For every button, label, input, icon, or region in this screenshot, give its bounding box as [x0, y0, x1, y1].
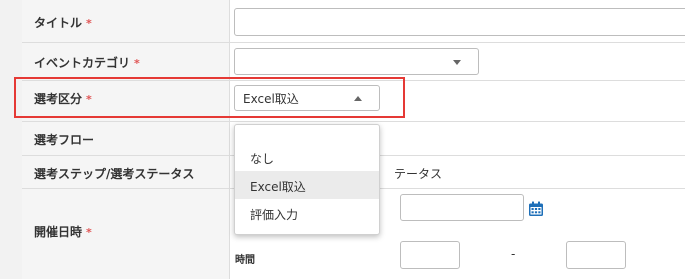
- label-cell: 選考フロー: [22, 122, 230, 155]
- calendar-icon[interactable]: [528, 201, 544, 217]
- left-margin: [0, 0, 23, 279]
- value-cell: [230, 0, 685, 42]
- selection-type-label-text: 選考区分: [34, 92, 83, 106]
- time-end-input[interactable]: [566, 241, 626, 269]
- form-row-selection-type: 選考区分 * Excel取込: [22, 81, 685, 122]
- selection-step-status-value: テータス: [394, 167, 443, 181]
- required-mark: *: [134, 57, 140, 70]
- form-row-event-category: イベントカテゴリ *: [22, 43, 685, 81]
- selection-step-status-label: 選考ステップ/選考ステータス: [34, 167, 195, 181]
- title-label-text: タイトル: [34, 16, 83, 30]
- title-input[interactable]: [234, 8, 685, 36]
- event-datetime-label-text: 開催日時: [34, 225, 83, 239]
- time-label: 時間: [235, 255, 255, 266]
- required-mark: *: [86, 93, 92, 106]
- selection-flow-label: 選考フロー: [34, 133, 95, 147]
- label-cell: 選考ステップ/選考ステータス: [22, 156, 230, 188]
- dropdown-option-excel-import[interactable]: Excel取込: [235, 171, 379, 199]
- event-category-select[interactable]: [234, 48, 479, 75]
- dropdown-option-evaluation-input[interactable]: 評価入力: [235, 199, 379, 227]
- value-cell: [230, 43, 685, 80]
- selection-type-select[interactable]: Excel取込: [234, 85, 380, 111]
- time-start-input[interactable]: [400, 241, 460, 269]
- value-cell: Excel取込: [230, 81, 685, 121]
- form-row-title: タイトル *: [22, 0, 685, 43]
- label-cell: 開催日時 *: [22, 189, 230, 279]
- dropdown-option-none[interactable]: なし: [235, 143, 379, 171]
- chevron-down-icon: [453, 60, 461, 65]
- dropdown-option-label: なし: [250, 152, 275, 166]
- required-mark: *: [86, 226, 92, 239]
- event-category-label: イベントカテゴリ *: [34, 54, 140, 71]
- chevron-up-icon: [354, 96, 362, 101]
- title-label: タイトル *: [34, 14, 92, 31]
- event-date-input[interactable]: [400, 194, 524, 221]
- page: タイトル * イベントカテゴリ * 選考区分 * Excel取込 選考フロー 選…: [0, 0, 685, 279]
- time-separator: -: [511, 247, 516, 261]
- label-cell: 選考区分 *: [22, 81, 230, 121]
- selection-type-label: 選考区分 *: [34, 90, 92, 107]
- event-category-label-text: イベントカテゴリ: [34, 56, 131, 70]
- dropdown-option-label: Excel取込: [250, 180, 306, 194]
- label-cell: イベントカテゴリ *: [22, 43, 230, 80]
- event-datetime-label: 開催日時 *: [34, 223, 92, 240]
- dropdown-option-label: 評価入力: [250, 208, 299, 222]
- label-cell: タイトル *: [22, 0, 230, 42]
- selection-type-select-value: Excel取込: [243, 92, 299, 106]
- required-mark: *: [86, 17, 92, 30]
- selection-type-dropdown-menu: なし Excel取込 評価入力: [234, 124, 380, 235]
